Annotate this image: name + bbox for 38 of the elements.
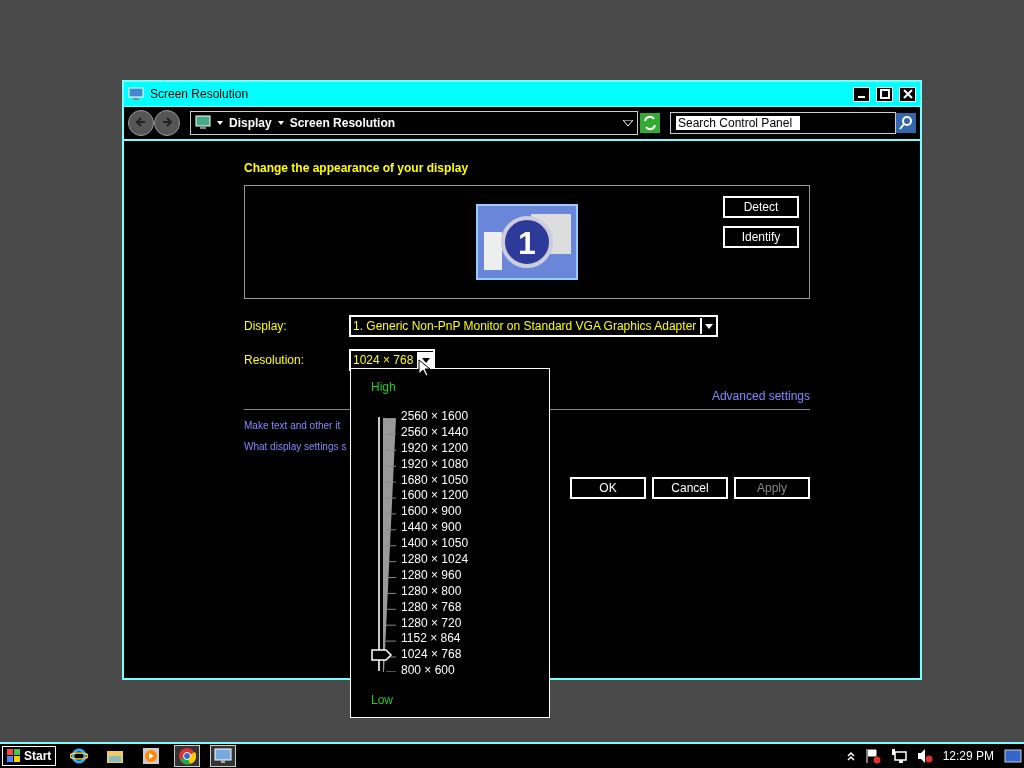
resolution-option[interactable]: 1600 × 1200: [401, 488, 469, 505]
resolution-option[interactable]: 1440 × 900: [401, 520, 469, 537]
resolution-label: Resolution:: [244, 353, 306, 367]
help-link[interactable]: What display settings s: [244, 441, 347, 452]
help-link[interactable]: Make text and other it: [244, 420, 341, 431]
resolution-option[interactable]: 2560 × 1600: [401, 409, 469, 425]
resolution-option[interactable]: 1920 × 1200: [401, 440, 469, 457]
heading: Change the appearance of your display: [244, 161, 470, 175]
resolution-option[interactable]: 1280 × 768: [401, 599, 469, 616]
resolution-option[interactable]: 1280 × 800: [401, 583, 469, 600]
low-label: Low: [371, 693, 393, 707]
resolution-option[interactable]: 800 × 600: [401, 663, 469, 680]
breadcrumb[interactable]: Display: [229, 116, 272, 130]
display-dropdown[interactable]: 1. Generic Non-PnP Monitor on Standard VGA Graphics Adapter: [349, 315, 719, 337]
search-field[interactable]: Search Control Panel: [670, 112, 896, 134]
resolution-option[interactable]: 1920 × 1080: [401, 456, 469, 473]
resolution-option[interactable]: 1280 × 720: [401, 615, 469, 632]
resolution-option[interactable]: 1680 × 1050: [401, 472, 469, 489]
preview-button[interactable]: Identify: [723, 226, 799, 248]
window-title: Screen Resolution: [150, 87, 250, 101]
advanced-settings-link[interactable]: Advanced settings: [711, 389, 810, 403]
resolution-option[interactable]: 1024 × 768: [401, 647, 469, 664]
monitor-drawing[interactable]: 1: [476, 204, 578, 280]
resolution-option[interactable]: 1152 × 864: [401, 631, 469, 648]
start-button[interactable]: Start: [2, 746, 57, 766]
preview-button[interactable]: Detect: [723, 196, 799, 218]
resolution-option[interactable]: 1280 × 1024: [401, 552, 469, 568]
resolution-option[interactable]: 1600 × 900: [401, 504, 469, 521]
resolution-option[interactable]: 1400 × 1050: [401, 536, 469, 552]
resolution-option[interactable]: 1280 × 960: [401, 567, 469, 584]
address-bar[interactable]: Display Screen Resolution: [190, 111, 638, 135]
dialog-button[interactable]: Cancel: [652, 477, 728, 499]
resolution-option[interactable]: 2560 × 1440: [401, 424, 469, 441]
breadcrumb[interactable]: Screen Resolution: [289, 116, 396, 130]
dialog-button[interactable]: OK: [570, 477, 646, 499]
display-label: Display:: [244, 319, 288, 333]
clock[interactable]: 12:29 PM: [942, 749, 994, 763]
high-label: High: [371, 380, 396, 394]
